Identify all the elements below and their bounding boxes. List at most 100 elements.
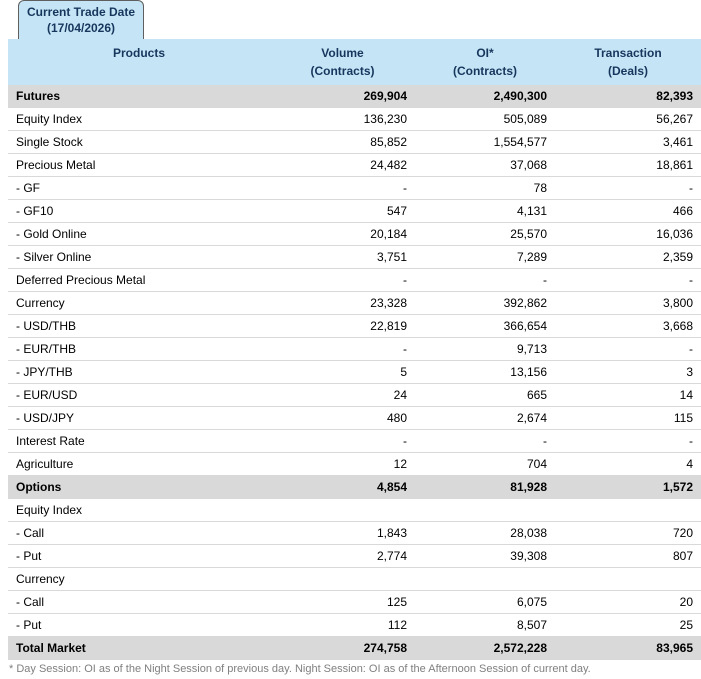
product-cell: Equity Index <box>8 107 270 131</box>
table-row: Single Stock 85,852 1,554,577 3,461 <box>8 130 701 154</box>
oi-cell: 2,490,300 <box>415 85 555 108</box>
volume-cell: 269,904 <box>270 85 415 108</box>
volume-cell: - <box>270 429 415 453</box>
header-line2: (Deals) <box>607 64 648 78</box>
transaction-cell: 56,267 <box>555 107 701 131</box>
oi-cell <box>415 498 555 522</box>
volume-cell: 85,852 <box>270 130 415 154</box>
header-line2: (Contracts) <box>310 64 375 78</box>
volume-cell: 112 <box>270 613 415 637</box>
product-cell: Single Stock <box>8 130 270 154</box>
product-cell: Agriculture <box>8 452 270 476</box>
oi-session-footnote: * Day Session: OI as of the Night Sessio… <box>9 663 591 675</box>
volume-cell: 22,819 <box>270 314 415 338</box>
product-cell: - JPY/THB <box>8 360 270 384</box>
current-trade-date-tab[interactable]: Current Trade Date (17/04/2026) <box>18 0 144 39</box>
col-header-oi: OI* (Contracts) <box>415 39 555 85</box>
volume-cell: 125 <box>270 590 415 614</box>
table-row: - Put 112 8,507 25 <box>8 613 701 637</box>
transaction-cell: 14 <box>555 383 701 407</box>
product-cell: Interest Rate <box>8 429 270 453</box>
header-line1: Volume <box>321 46 364 60</box>
volume-cell: 3,751 <box>270 245 415 269</box>
table-row: - EUR/USD 24 665 14 <box>8 383 701 407</box>
transaction-cell: 115 <box>555 406 701 430</box>
oi-cell: 78 <box>415 176 555 200</box>
oi-cell: 704 <box>415 452 555 476</box>
header-line1: Transaction <box>594 46 662 60</box>
transaction-cell: 3,668 <box>555 314 701 338</box>
product-cell: Futures <box>8 85 270 108</box>
col-header-volume: Volume (Contracts) <box>270 39 415 85</box>
transaction-cell: 466 <box>555 199 701 223</box>
oi-cell: 28,038 <box>415 521 555 545</box>
transaction-cell: - <box>555 337 701 361</box>
transaction-cell: 3 <box>555 360 701 384</box>
daily-trading-summary-page: Current Trade Date (17/04/2026) Products… <box>0 0 701 679</box>
table-row: - GF10 547 4,131 466 <box>8 199 701 223</box>
oi-cell: 392,862 <box>415 291 555 315</box>
oi-cell: 8,507 <box>415 613 555 637</box>
table-row: Currency 23,328 392,862 3,800 <box>8 291 701 315</box>
oi-cell: 7,289 <box>415 245 555 269</box>
trading-summary-table: Products Volume (Contracts) OI* (Contrac… <box>8 39 701 660</box>
transaction-cell: 20 <box>555 590 701 614</box>
transaction-cell: 720 <box>555 521 701 545</box>
table-row: - Call 1,843 28,038 720 <box>8 521 701 545</box>
product-cell: Options <box>8 475 270 499</box>
product-cell: - Silver Online <box>8 245 270 269</box>
volume-cell: 23,328 <box>270 291 415 315</box>
volume-cell: 480 <box>270 406 415 430</box>
table-row: - Silver Online 3,751 7,289 2,359 <box>8 245 701 269</box>
product-cell: Currency <box>8 291 270 315</box>
transaction-cell: 1,572 <box>555 475 701 499</box>
oi-cell: 37,068 <box>415 153 555 177</box>
table-row: Precious Metal 24,482 37,068 18,861 <box>8 153 701 177</box>
product-cell: - Call <box>8 590 270 614</box>
volume-cell: 5 <box>270 360 415 384</box>
oi-cell: 366,654 <box>415 314 555 338</box>
oi-cell: 39,308 <box>415 544 555 568</box>
transaction-cell: - <box>555 268 701 292</box>
oi-cell: - <box>415 268 555 292</box>
table-row: Equity Index 136,230 505,089 56,267 <box>8 107 701 131</box>
oi-cell: 665 <box>415 383 555 407</box>
oi-cell: 505,089 <box>415 107 555 131</box>
table-body: Futures 269,904 2,490,300 82,393 Equity Inde… <box>8 85 701 660</box>
table-header: Products Volume (Contracts) OI* (Contrac… <box>8 39 701 85</box>
oi-cell: 1,554,577 <box>415 130 555 154</box>
product-cell: - EUR/THB <box>8 337 270 361</box>
col-header-products: Products <box>8 39 270 85</box>
product-cell: - GF10 <box>8 199 270 223</box>
transaction-cell: 82,393 <box>555 85 701 108</box>
oi-cell: 4,131 <box>415 199 555 223</box>
transaction-cell: 83,965 <box>555 636 701 660</box>
table-row: Interest Rate - - - <box>8 429 701 453</box>
product-cell: - Call <box>8 521 270 545</box>
volume-cell: 1,843 <box>270 521 415 545</box>
volume-cell: - <box>270 268 415 292</box>
transaction-cell: 16,036 <box>555 222 701 246</box>
product-cell: Total Market <box>8 636 270 660</box>
table-row: - Call 125 6,075 20 <box>8 590 701 614</box>
table-row: - Gold Online 20,184 25,570 16,036 <box>8 222 701 246</box>
table-row: Deferred Precious Metal - - - <box>8 268 701 292</box>
oi-cell: 9,713 <box>415 337 555 361</box>
volume-cell: 4,854 <box>270 475 415 499</box>
col-header-transaction: Transaction (Deals) <box>555 39 701 85</box>
table-row: Currency <box>8 567 701 591</box>
volume-cell: 547 <box>270 199 415 223</box>
product-cell: - Put <box>8 613 270 637</box>
oi-cell: - <box>415 429 555 453</box>
transaction-cell: 25 <box>555 613 701 637</box>
product-cell: - Put <box>8 544 270 568</box>
volume-cell: 136,230 <box>270 107 415 131</box>
transaction-cell: 18,861 <box>555 153 701 177</box>
product-cell: Equity Index <box>8 498 270 522</box>
product-cell: - Gold Online <box>8 222 270 246</box>
volume-cell: 274,758 <box>270 636 415 660</box>
transaction-cell: - <box>555 176 701 200</box>
product-cell: Precious Metal <box>8 153 270 177</box>
oi-cell <box>415 567 555 591</box>
volume-cell: 2,774 <box>270 544 415 568</box>
